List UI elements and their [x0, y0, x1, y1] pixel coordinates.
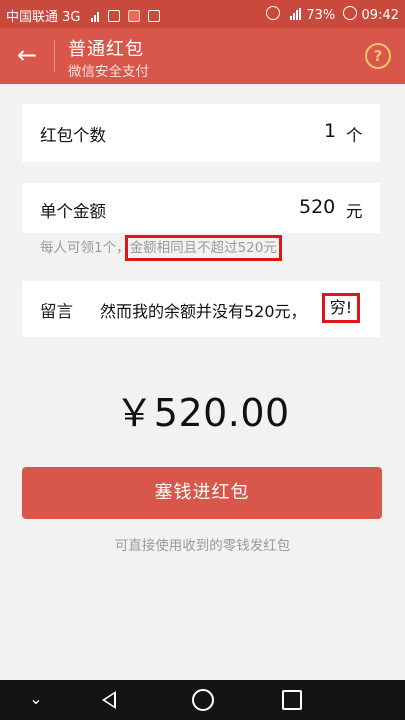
count-unit: 个 — [346, 126, 363, 145]
submit-button[interactable]: 塞钱进红包 — [22, 467, 382, 519]
chevron-down-icon[interactable]: ⌄ — [26, 689, 46, 709]
signal-icon — [90, 11, 100, 26]
sim-icon — [107, 10, 120, 22]
message-text[interactable]: 然而我的余额并没有520元， — [100, 298, 307, 322]
page-subtitle: 微信安全支付 — [68, 64, 149, 80]
message-end-highlight: 穷! — [322, 293, 360, 323]
battery-icon — [343, 6, 358, 20]
header-divider — [54, 40, 55, 72]
image-icon — [148, 10, 161, 22]
total-amount: ￥520.00 — [115, 391, 290, 435]
footnote: 可直接使用收到的零钱发红包 — [114, 538, 291, 554]
amount-value[interactable]: 520 — [299, 196, 335, 218]
page-title: 普通红包 — [68, 39, 144, 60]
clock: 09:42 — [361, 8, 399, 23]
amount-hint: 每人可领1个，金额相同且不超过520元 — [40, 235, 282, 261]
count-card[interactable]: 红包个数 1 个 — [22, 104, 380, 162]
message-card[interactable]: 留言 然而我的余额并没有520元， 穷! — [22, 281, 380, 337]
amount-card[interactable]: 单个金额 520 元 — [22, 183, 380, 233]
nav-back-icon[interactable] — [102, 691, 116, 709]
amount-unit: 元 — [346, 202, 363, 221]
count-value[interactable]: 1 — [324, 120, 336, 142]
status-left: 中国联通 3G — [6, 6, 161, 26]
count-label: 红包个数 — [40, 126, 106, 145]
amount-label: 单个金额 — [40, 202, 106, 221]
hint-highlight: 金额相同且不超过520元 — [124, 235, 282, 261]
app-header: ← 普通红包 微信安全支付 ? — [0, 28, 405, 84]
battery-percent: 73% — [306, 8, 336, 23]
hint-prefix: 每人可领1个， — [40, 240, 130, 256]
cell-signal-icon — [290, 8, 302, 24]
nav-recent-icon[interactable] — [282, 690, 302, 710]
nav-home-icon[interactable] — [192, 689, 214, 711]
vibrate-icon — [266, 6, 281, 20]
help-question-icon[interactable]: ? — [365, 43, 391, 69]
carrier-text: 中国联通 3G — [6, 10, 81, 25]
app-notification-icon — [127, 10, 140, 22]
message-label: 留言 — [40, 302, 73, 321]
nav-bar: ⌄ — [0, 680, 405, 720]
status-bar: 中国联通 3G 73% 09:42 — [0, 0, 405, 28]
status-right: 73% 09:42 — [262, 6, 399, 24]
back-arrow-icon[interactable]: ← — [14, 42, 40, 68]
